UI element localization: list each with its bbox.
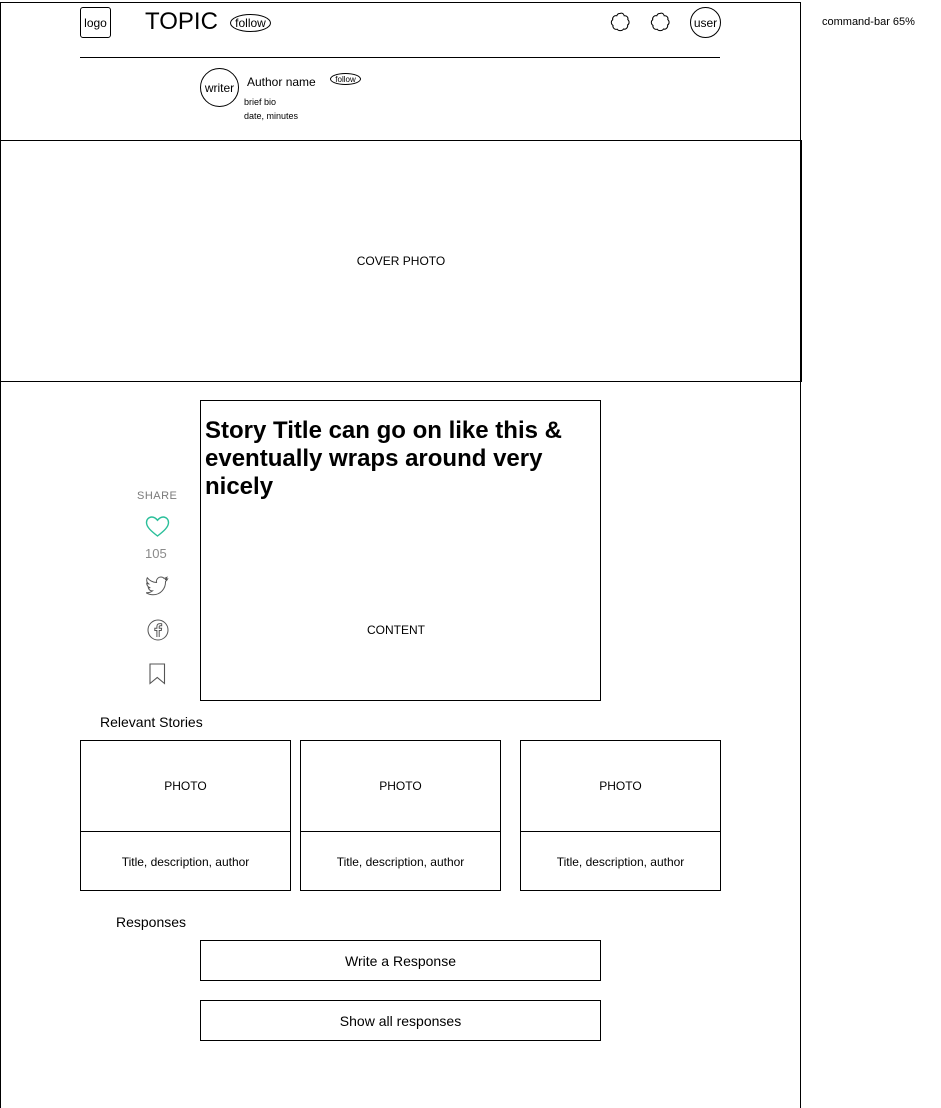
article-date-minutes: date, minutes xyxy=(244,111,299,121)
share-label: SHARE xyxy=(137,490,178,502)
like-count: 105 xyxy=(145,546,167,561)
relevant-story-card[interactable]: PHOTO Title, description, author xyxy=(80,740,291,891)
story-card-photo: PHOTO xyxy=(301,741,500,832)
heart-icon[interactable] xyxy=(145,515,170,539)
story-card-text: Title, description, author xyxy=(121,854,250,869)
command-bar-annotation: command-bar 65% xyxy=(822,16,915,28)
topic-title: TOPIC xyxy=(145,8,218,35)
write-response-button[interactable]: Write a Response xyxy=(200,940,601,981)
author-bio: brief bio xyxy=(244,97,277,107)
story-content-label: CONTENT xyxy=(367,623,425,637)
cover-photo: COVER PHOTO xyxy=(0,140,802,382)
responses-heading: Responses xyxy=(116,914,187,930)
author-follow-button[interactable]: follow xyxy=(330,73,361,85)
header-divider xyxy=(80,57,720,58)
writer-avatar[interactable]: writer xyxy=(200,68,239,107)
bookmark-icon[interactable] xyxy=(149,663,166,685)
twitter-icon[interactable] xyxy=(146,576,169,596)
frame-top-border xyxy=(0,2,800,3)
notification-icon[interactable] xyxy=(610,12,630,32)
show-all-responses-button[interactable]: Show all responses xyxy=(200,1000,601,1041)
relevant-story-card[interactable]: PHOTO Title, description, author xyxy=(300,740,501,891)
cover-photo-label: COVER PHOTO xyxy=(356,254,446,268)
topic-follow-button[interactable]: follow xyxy=(230,14,271,32)
story-card-photo: PHOTO xyxy=(521,741,720,832)
story-card-text: Title, description, author xyxy=(336,854,465,869)
story-title: Story Title can go on like this & eventu… xyxy=(205,417,562,500)
logo[interactable]: logo xyxy=(80,7,111,38)
relevant-stories-heading: Relevant Stories xyxy=(100,714,203,730)
author-name[interactable]: Author name xyxy=(247,75,316,89)
bookmarks-icon[interactable] xyxy=(650,12,670,32)
story-card-photo: PHOTO xyxy=(81,741,290,832)
story-card-text: Title, description, author xyxy=(556,854,685,869)
user-avatar-button[interactable]: user xyxy=(690,7,721,38)
facebook-icon[interactable] xyxy=(147,619,169,641)
relevant-story-card[interactable]: PHOTO Title, description, author xyxy=(520,740,721,891)
